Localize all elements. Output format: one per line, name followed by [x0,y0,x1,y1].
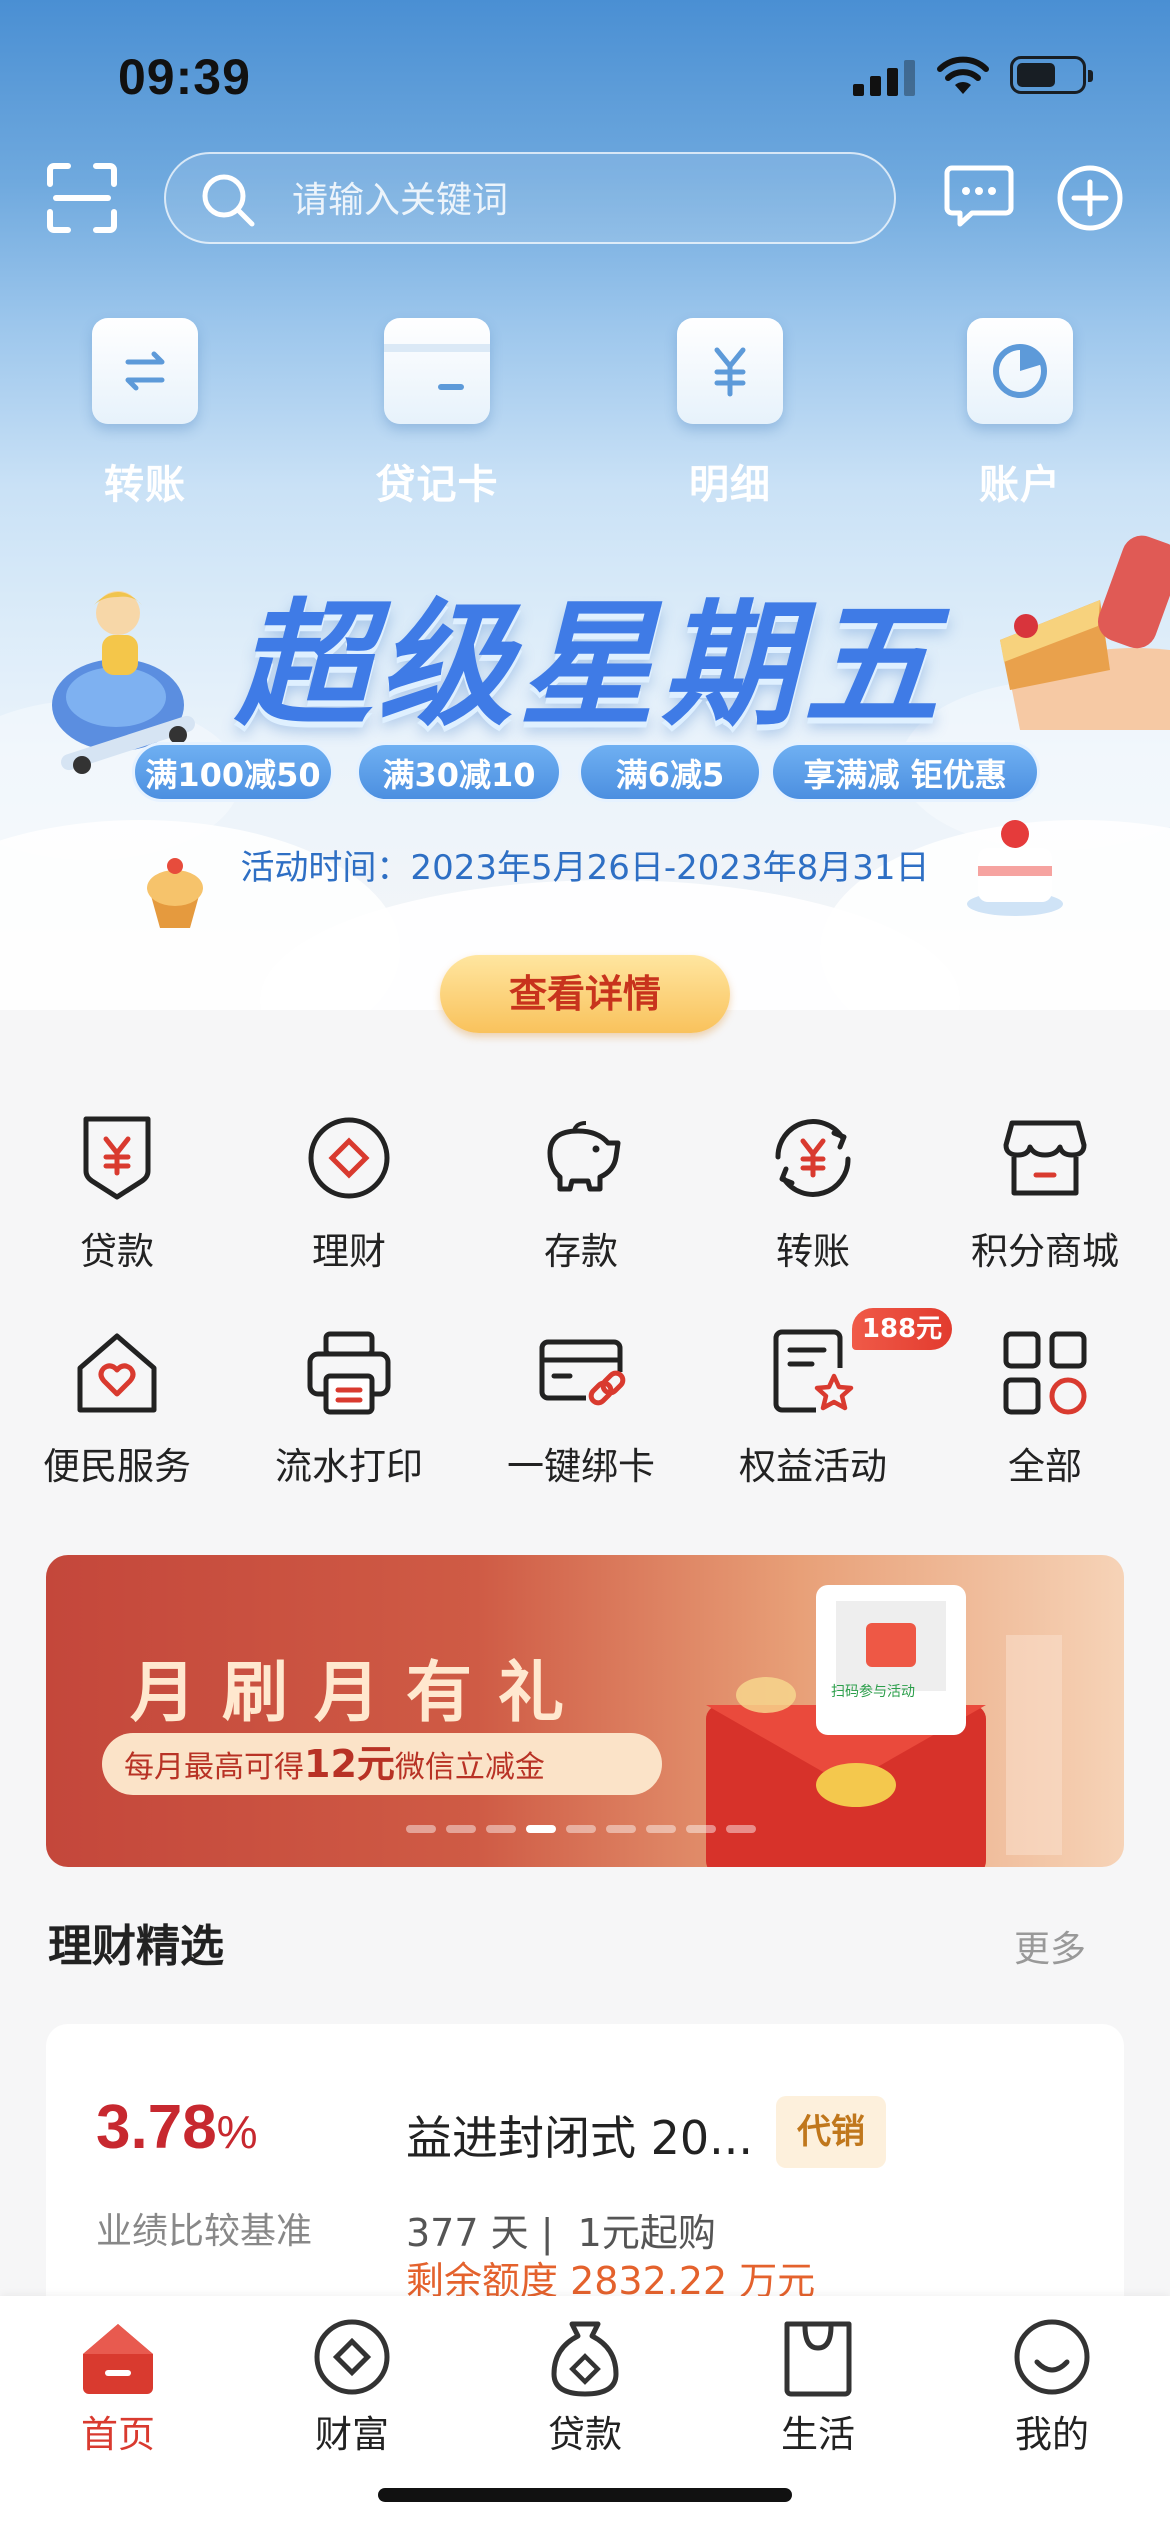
product-min-buy: 1元起购 [577,2211,716,2255]
rate-label: 业绩比较基准 [96,2211,313,2252]
menu-item-label: 贷款 [80,1230,154,1273]
loan-yuan-icon [72,1113,162,1203]
menu-item-label: 全部 [1008,1445,1082,1488]
product-rate: 3.78% [96,2092,258,2163]
promo-chip: 满100减50 [132,742,334,802]
quick-action-details[interactable]: 明细 [640,318,820,510]
tab-label: 我的 [1015,2413,1089,2456]
tab-label: 贷款 [548,2413,622,2456]
tab-home[interactable]: 首页 [38,2316,198,2458]
product-term: 377 天 | [406,2211,554,2255]
loan-bag-icon [544,2316,626,2398]
menu-item-deposit[interactable]: 存款 [464,1113,698,1275]
ad-sub-suffix: 微信立减金 [394,1750,545,1785]
store-icon [1000,1113,1090,1203]
tab-mine[interactable]: 我的 [972,2316,1132,2458]
ad-sub-prefix: 每月最高可得 [124,1750,304,1785]
quick-action-credit-card[interactable]: 贷记卡 [347,318,527,510]
home-heart-icon [72,1328,162,1418]
menu-item-statement-print[interactable]: 流水打印 [232,1328,466,1490]
menu-item-label: 转账 [776,1230,850,1273]
quick-action-label: 明细 [689,462,771,508]
piggy-bank-icon [536,1113,626,1203]
menu-item-benefits[interactable]: 权益活动 [696,1328,930,1490]
smiley-icon [1011,2316,1093,2398]
menu-item-wealth[interactable]: 理财 [232,1113,466,1275]
menu-item-transfer[interactable]: 转账 [696,1113,930,1275]
benefits-badge: 188元 [852,1308,952,1350]
tab-life[interactable]: 生活 [738,2316,898,2458]
message-icon[interactable] [944,164,1014,228]
promo-chip: 享满减 钜优惠 [770,742,1040,802]
menu-item-label: 便民服务 [43,1445,191,1488]
menu-item-label: 积分商城 [971,1230,1119,1273]
product-tag: 代销 [776,2096,886,2168]
menu-item-label: 权益活动 [739,1445,887,1488]
search-input[interactable] [292,174,852,226]
status-time: 09:39 [118,49,251,105]
section-title: 理财精选 [48,1921,224,1972]
menu-item-bind-card[interactable]: 一键绑卡 [464,1328,698,1490]
quick-action-transfer[interactable]: 转账 [55,318,235,510]
carousel-dots [406,1825,766,1835]
tab-wealth[interactable]: 财富 [272,2316,432,2458]
menu-item-loan[interactable]: 贷款 [0,1113,234,1275]
wifi-icon [937,56,989,94]
wealth-diamond-icon [304,1113,394,1203]
hand-cake-illustration [1000,535,1170,730]
yuan-details-icon [677,318,783,424]
all-grid-icon [1000,1328,1090,1418]
ad-banner[interactable]: 月刷月有礼 每月最高可得12元微信立减金 扫码参与活动 [46,1555,1124,1867]
menu-item-label: 存款 [544,1230,618,1273]
promo-chip: 满6减5 [578,742,762,802]
rate-unit: % [216,2106,258,2158]
ad-title: 月刷月有礼 [130,1654,590,1731]
search-icon [202,174,255,227]
promo-chip: 满30减10 [356,742,562,802]
menu-item-label: 流水打印 [275,1445,423,1488]
home-icon [77,2316,159,2398]
star-document-icon [768,1328,858,1418]
transfer-cycle-icon [768,1113,858,1203]
menu-item-all[interactable]: 全部 [928,1328,1162,1490]
product-name: 益进封闭式 20... [406,2111,754,2165]
promo-period: 活动时间：2023年5月26日-2023年8月31日 [240,848,930,888]
promo-title: 超级星期五 [235,587,945,745]
quick-action-label: 贷记卡 [375,462,499,508]
menu-item-label: 一键绑卡 [507,1445,655,1488]
tab-label: 生活 [781,2413,855,2456]
home-indicator[interactable] [378,2488,792,2502]
view-details-button[interactable]: 查看详情 [440,955,730,1033]
rate-value: 3.78 [96,2093,217,2162]
printer-icon [304,1328,394,1418]
menu-item-convenience[interactable]: 便民服务 [0,1328,234,1490]
tab-label: 财富 [315,2413,389,2456]
card-link-icon [536,1328,626,1418]
tab-label: 首页 [81,2413,155,2456]
menu-item-label: 理财 [312,1230,386,1273]
product-meta: 377 天 | 1元起购 [406,2202,716,2257]
search-bar[interactable] [164,152,896,244]
menu-item-points-mall[interactable]: 积分商城 [928,1113,1162,1275]
transfer-arrows-icon [92,318,198,424]
quick-action-label: 账户 [979,462,1061,508]
pie-chart-icon [967,318,1073,424]
add-icon[interactable] [1056,164,1124,232]
more-link[interactable]: 更多 [1014,1920,1086,1972]
ad-subtitle: 每月最高可得12元微信立减金 [102,1733,662,1795]
quick-action-label: 转账 [104,462,186,508]
status-bar: 09:39 [0,0,1170,150]
wealth-icon [311,2316,393,2398]
cellular-signal-icon [853,58,917,96]
ad-sub-amount: 12元 [304,1742,395,1786]
shopping-bag-icon [777,2316,859,2398]
quick-action-account[interactable]: 账户 [930,318,1110,510]
tab-loan[interactable]: 贷款 [505,2316,665,2458]
credit-card-icon [384,318,490,424]
battery-icon [1010,56,1093,94]
qr-caption: 扫码参与活动 [831,1684,915,1700]
scan-icon[interactable] [46,162,118,234]
